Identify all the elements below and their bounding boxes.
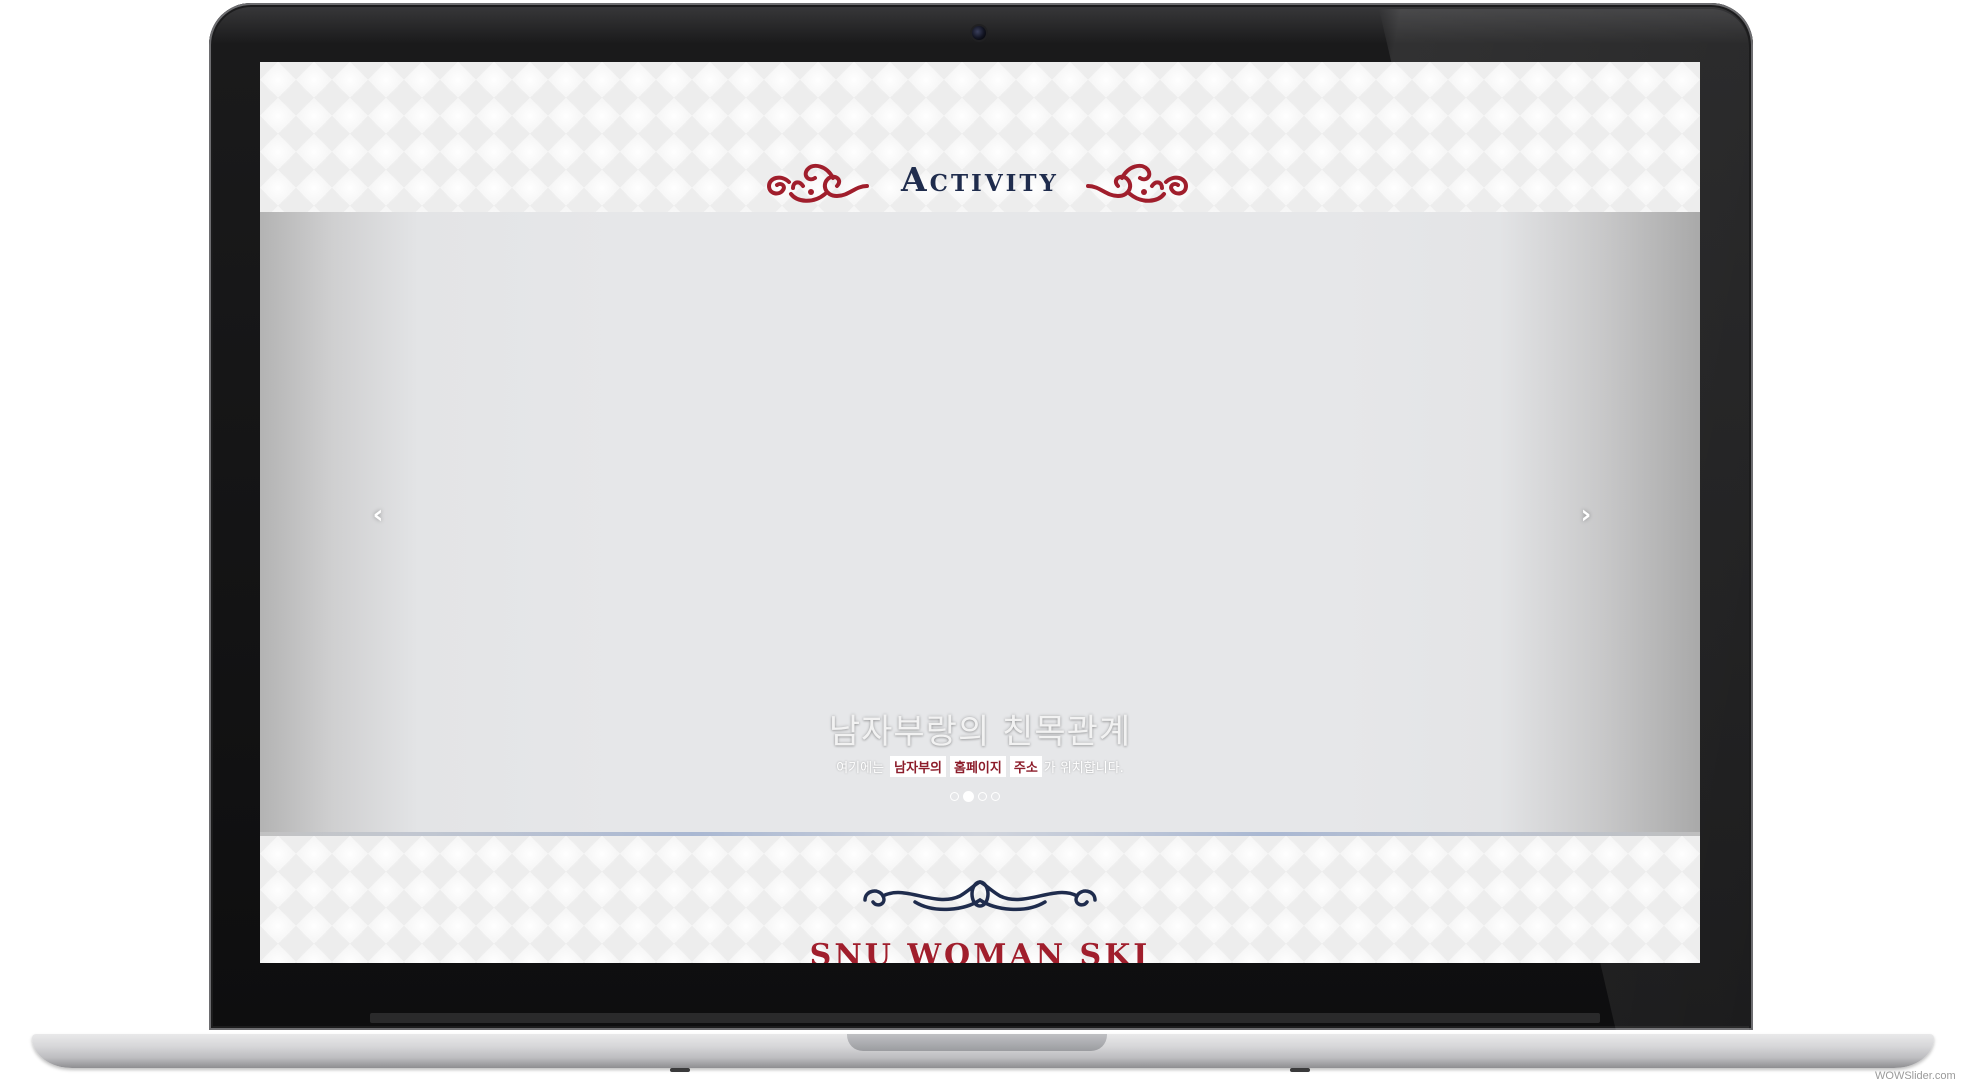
bezel-hinge: [370, 1013, 1600, 1023]
slider-pagination: [950, 789, 1010, 803]
caption-highlight-1: 남자부의: [890, 756, 947, 777]
slider-dot-4[interactable]: [991, 791, 1000, 801]
chevron-right-icon: ›: [1580, 500, 1592, 530]
credit-link[interactable]: WOWSlider.com: [1875, 1070, 1956, 1082]
slider-dot-2[interactable]: [963, 790, 974, 802]
webcam: [972, 26, 986, 40]
footer-section-title: SNU WOMAN SKI: [809, 938, 1151, 963]
chevron-left-icon: ‹: [372, 500, 384, 530]
section-title: Activity: [901, 160, 1059, 199]
laptop-foot-right: [1290, 1068, 1310, 1072]
image-slider[interactable]: ‹ › 남자부랑의 친목관계 여기에는 남자부의 홈페이지 주소 가 위치합니다.: [260, 212, 1700, 836]
flourish-left-icon: [766, 163, 869, 203]
laptop-screen: Activity ‹ › 남자부랑의 친목관계 여기에는 남자부의 홈페이지 주…: [260, 62, 1700, 963]
laptop-mockup: Activity ‹ › 남자부랑의 친목관계 여기에는 남자부의 홈페이지 주…: [0, 0, 1967, 1090]
slider-next-button[interactable]: ›: [1571, 500, 1601, 530]
caption-highlight-3: 주소: [1009, 756, 1042, 777]
flourish-right-icon: [1086, 163, 1189, 203]
slide-caption-subtitle: 여기에는 남자부의 홈페이지 주소 가 위치합니다.: [680, 756, 1280, 777]
caption-text-after: 가 위치합니다.: [1043, 761, 1124, 776]
laptop-thumb-notch: [847, 1034, 1107, 1051]
laptop-foot-left: [670, 1068, 690, 1072]
scroll-ornament-icon: [863, 880, 1097, 912]
caption-highlight-2: 홈페이지: [950, 756, 1006, 777]
slider-dot-3[interactable]: [978, 791, 987, 801]
slider-dot-1[interactable]: [950, 791, 959, 801]
activity-header: Activity: [260, 154, 1700, 210]
slide-caption-title: 남자부랑의 친목관계: [828, 712, 1132, 752]
slider-prev-button[interactable]: ‹: [363, 500, 393, 530]
caption-text-before: 여기에는: [836, 761, 885, 776]
